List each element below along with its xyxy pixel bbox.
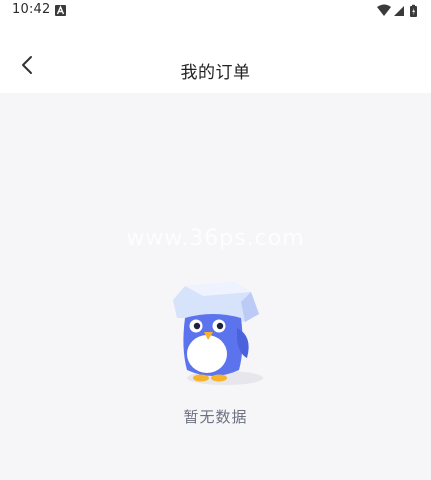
app-bar: 我的订单 bbox=[0, 24, 431, 93]
status-bar: 10:42 bbox=[0, 0, 431, 24]
status-icons bbox=[377, 4, 421, 18]
penguin-mascot-icon bbox=[163, 278, 267, 388]
status-time: 10:42 bbox=[12, 2, 51, 17]
watermark: www.36ps.com bbox=[126, 226, 305, 251]
battery-icon bbox=[410, 4, 417, 17]
empty-state-text: 暂无数据 bbox=[183, 408, 248, 426]
page-title: 我的订单 bbox=[180, 63, 251, 83]
wifi-icon bbox=[377, 4, 391, 16]
a-icon bbox=[55, 5, 66, 16]
signal-icon bbox=[394, 6, 404, 16]
